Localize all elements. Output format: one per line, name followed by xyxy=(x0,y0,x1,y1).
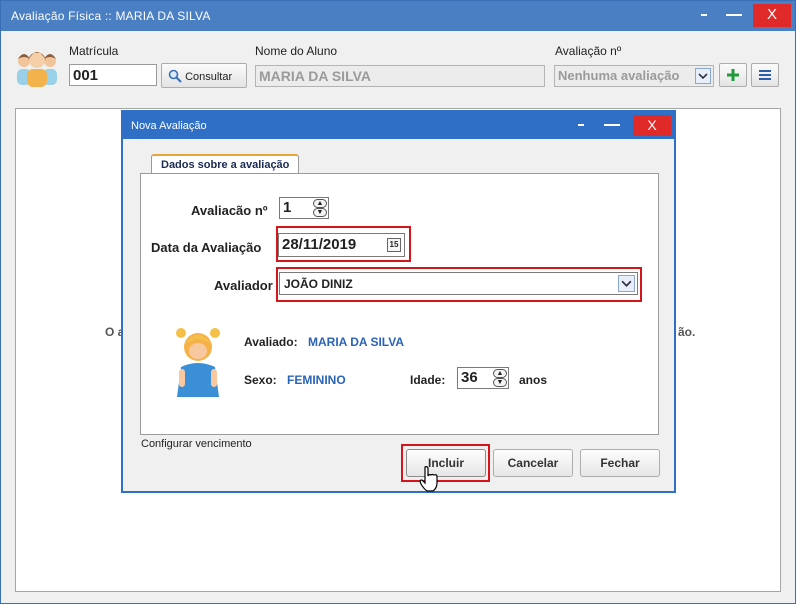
consultar-label: Consultar xyxy=(185,71,233,83)
avaliado-value: MARIA DA SILVA xyxy=(308,335,404,349)
incluir-button[interactable]: Incluir xyxy=(406,449,486,477)
users-group-icon xyxy=(17,52,57,87)
data-avaliacao-value: 28/11/2019 xyxy=(282,236,357,253)
avaliacao-no-value: 1 xyxy=(283,199,292,216)
calendar-icon[interactable]: 15 xyxy=(387,238,401,252)
dialog-close-button[interactable]: X xyxy=(633,115,671,136)
dialog-maximize-button[interactable] xyxy=(597,112,627,139)
avaliacao-select[interactable]: Nenhuma avaliação xyxy=(554,65,714,87)
background-message-right: ão. xyxy=(678,325,696,339)
menu-button[interactable] xyxy=(751,63,779,87)
matricula-label: Matrícula xyxy=(69,44,119,58)
avaliador-select[interactable]: JOÃO DINIZ xyxy=(279,272,638,295)
cancelar-button[interactable]: Cancelar xyxy=(493,449,573,477)
anos-label: anos xyxy=(519,373,548,387)
dialog-title: Nova Avaliação xyxy=(131,120,207,132)
tab-panel: Avaliacão nº 1 ▲ ▼ Data da Avaliação 28/… xyxy=(140,173,659,435)
close-button[interactable]: X xyxy=(753,4,791,27)
avaliacao-no-stepper[interactable]: 1 ▲ ▼ xyxy=(279,197,329,219)
consultar-button[interactable]: Consultar xyxy=(161,63,247,88)
hand-cursor-icon xyxy=(419,466,438,492)
avaliacao-no-label: Avaliação nº xyxy=(555,44,622,58)
minimize-icon xyxy=(701,13,707,16)
sexo-label: Sexo: xyxy=(244,373,277,387)
data-avaliacao-label: Data da Avaliação xyxy=(151,240,262,255)
stepper-up-icon[interactable]: ▲ xyxy=(313,199,327,208)
idade-label: Idade: xyxy=(410,373,446,387)
maximize-icon xyxy=(604,123,620,126)
plus-icon xyxy=(727,69,739,81)
search-icon xyxy=(168,69,182,83)
idade-stepper[interactable]: 36 ▲ ▼ xyxy=(457,367,509,389)
nome-aluno-field: MARIA DA SILVA xyxy=(255,65,545,87)
matricula-input[interactable]: 001 xyxy=(69,64,157,86)
minimize-icon xyxy=(578,123,584,126)
dialog-title-bar: Nova Avaliação X xyxy=(123,112,674,139)
maximize-button[interactable] xyxy=(717,1,751,31)
nova-avaliacao-dialog: Nova Avaliação X Dados sobre a avaliação… xyxy=(121,110,676,493)
main-title-bar: Avaliação Física :: MARIA DA SILVA X xyxy=(1,1,795,31)
stepper-down-icon[interactable]: ▼ xyxy=(313,208,327,217)
tab-dados-avaliacao[interactable]: Dados sobre a avaliação xyxy=(151,154,300,174)
avaliado-label: Avaliado: xyxy=(244,335,298,349)
chevron-down-icon[interactable] xyxy=(695,68,711,84)
avaliador-value: JOÃO DINIZ xyxy=(284,277,353,291)
fechar-button[interactable]: Fechar xyxy=(580,449,660,477)
avaliacao-select-value: Nenhuma avaliação xyxy=(558,68,680,83)
avaliacao-no-label: Avaliacão nº xyxy=(191,203,268,218)
child-girl-icon xyxy=(176,328,220,397)
add-avaliacao-button[interactable] xyxy=(719,63,747,87)
maximize-icon xyxy=(726,13,742,16)
nome-aluno-label: Nome do Aluno xyxy=(255,44,338,58)
configurar-vencimento-link[interactable]: Configurar vencimento xyxy=(141,438,252,450)
minimize-button[interactable] xyxy=(687,1,721,31)
idade-value: 36 xyxy=(461,369,478,386)
chevron-down-icon[interactable] xyxy=(618,275,635,292)
sexo-value: FEMININO xyxy=(287,373,346,387)
avaliador-label: Avaliador xyxy=(214,278,273,293)
stepper-up-icon[interactable]: ▲ xyxy=(493,369,507,378)
window-title: Avaliação Física :: MARIA DA SILVA xyxy=(11,9,211,23)
hamburger-icon xyxy=(759,70,771,80)
data-avaliacao-input[interactable]: 28/11/2019 15 xyxy=(278,233,405,257)
stepper-down-icon[interactable]: ▼ xyxy=(493,378,507,387)
dialog-minimize-button[interactable] xyxy=(569,112,593,139)
